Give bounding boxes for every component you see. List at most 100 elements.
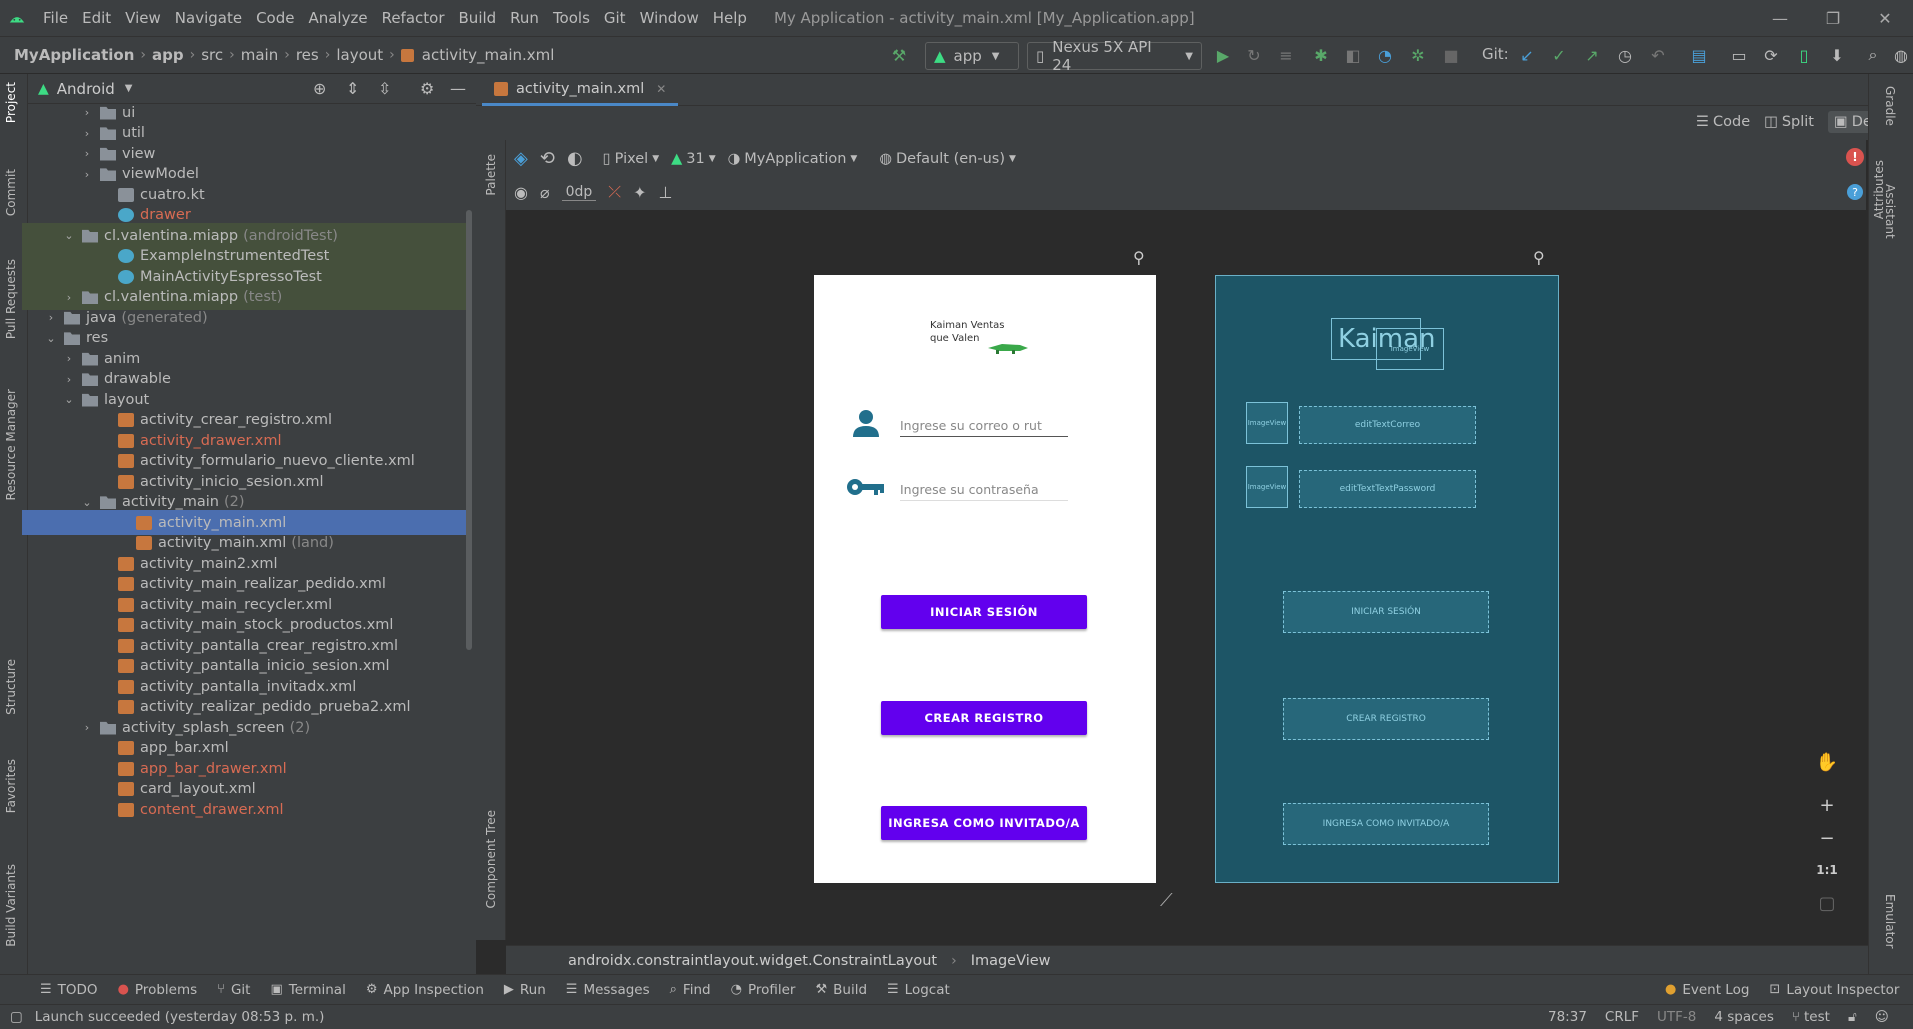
help-icon[interactable]: ? [1847, 184, 1863, 200]
tab-run[interactable]: ▶ Run [494, 982, 556, 998]
guidelines-icon[interactable]: ⊥ [659, 183, 673, 202]
run-icon[interactable]: ▶ [1212, 44, 1234, 66]
tab-activity-main-xml[interactable]: activity_main.xml ✕ [482, 74, 679, 106]
menu-code[interactable]: Code [249, 9, 301, 27]
tab-build-variants[interactable]: Build Variants [4, 864, 18, 947]
search-icon[interactable]: ⌕ [1862, 44, 1884, 66]
tab-git[interactable]: ⑂ Git [207, 982, 260, 998]
chevron-right-icon[interactable]: › [80, 168, 94, 181]
stop-icon[interactable]: ■ [1440, 44, 1462, 66]
tab-terminal[interactable]: ▣ Terminal [260, 982, 355, 998]
breadcrumb-item[interactable]: app [148, 46, 188, 64]
theme-selector[interactable]: ◑ MyApplication ▼ [728, 151, 858, 167]
hammer-build-icon[interactable]: ⚒ [888, 44, 910, 66]
tab-pull-requests[interactable]: Pull Requests [4, 259, 18, 339]
locale-selector[interactable]: ◍ Default (en-us) ▼ [879, 151, 1016, 167]
sdk-manager-icon[interactable]: ⬇ [1826, 44, 1848, 66]
menu-help[interactable]: Help [706, 9, 754, 27]
tab-emulator[interactable]: Emulator [1883, 894, 1897, 949]
gear-icon[interactable]: ⚙ [420, 79, 434, 98]
chevron-right-icon[interactable]: › [62, 291, 76, 304]
status-message[interactable]: Launch succeeded (yesterday 08:53 p. m.) [35, 1009, 325, 1025]
restore-icon[interactable]: ❐ [1808, 0, 1858, 36]
zoom-to-fit-icon[interactable]: ▢ [1811, 888, 1843, 918]
chevron-down-icon[interactable]: ⌄ [44, 332, 58, 345]
chevron-right-icon[interactable]: › [44, 311, 58, 324]
default-margin-field[interactable]: 0dp [561, 184, 597, 201]
guest-button[interactable]: INGRESA COMO INVITADO/A [881, 806, 1087, 840]
smiley-icon[interactable]: ☺ [1875, 1009, 1889, 1025]
run-config-selector[interactable]: ▲ app ▼ [925, 42, 1019, 70]
menu-analyze[interactable]: Analyze [301, 9, 374, 27]
git-history-icon[interactable]: ◷ [1614, 44, 1636, 66]
tab-build[interactable]: ⚒ Build [805, 982, 877, 998]
chevron-right-icon[interactable]: › [80, 106, 94, 119]
infer-constraints-icon[interactable]: ✦ [633, 183, 646, 202]
blueprint-edit-email[interactable]: editTextCorreo [1299, 406, 1476, 444]
locate-icon[interactable]: ⊕ [313, 79, 326, 98]
breadcrumb-item[interactable]: res [292, 46, 323, 64]
collapse-all-icon[interactable]: ⇳ [378, 79, 391, 98]
tab-palette[interactable]: Palette [484, 154, 498, 196]
chevron-right-icon[interactable]: › [62, 352, 76, 365]
rerun-icon[interactable]: ↻ [1243, 44, 1265, 66]
tab-resource-manager[interactable]: Resource Manager [4, 389, 18, 500]
api-selector[interactable]: ▲ 31 ▼ [671, 151, 716, 167]
breadcrumb-item[interactable]: main [237, 46, 282, 64]
tab-gradle[interactable]: Gradle [1883, 86, 1897, 126]
blueprint-edit-password[interactable]: editTextTextPassword [1299, 470, 1476, 508]
breadcrumb-item[interactable]: src [197, 46, 227, 64]
error-icon[interactable]: ! [1846, 148, 1864, 166]
line-separator[interactable]: CRLF [1605, 1009, 1639, 1025]
pan-hand-icon[interactable]: ✋ [1811, 747, 1843, 777]
register-button[interactable]: CREAR REGISTRO [881, 701, 1087, 735]
apply-changes-icon[interactable]: ≡ [1275, 44, 1297, 66]
indent-setting[interactable]: 4 spaces [1714, 1009, 1774, 1025]
split-view-button[interactable]: Split [1782, 114, 1814, 130]
pin-icon[interactable]: ⚲ [1133, 248, 1145, 267]
code-view-button[interactable]: Code [1713, 114, 1750, 130]
menu-window[interactable]: Window [633, 9, 706, 27]
tab-project[interactable]: Project [4, 82, 18, 123]
project-view-selector[interactable]: Android [57, 80, 115, 98]
lock-icon[interactable]: 🔓︎ [1848, 1009, 1857, 1025]
blueprint-image-user[interactable]: ImageView [1246, 402, 1288, 444]
layers-icon[interactable]: ◈ [514, 148, 528, 169]
sync-gradle-icon[interactable]: ⟳ [1760, 44, 1782, 66]
pin-icon[interactable]: ⚲ [1533, 248, 1545, 267]
caret-position[interactable]: 78:37 [1548, 1009, 1587, 1025]
minimize-icon[interactable]: — [1755, 0, 1805, 36]
tab-find[interactable]: ⌕ Find [660, 982, 721, 998]
tab-commit[interactable]: Commit [4, 169, 18, 216]
blueprint-login-button[interactable]: INICIAR SESIÓN [1283, 591, 1489, 633]
clear-constraints-icon[interactable]: ⤫ [608, 182, 621, 202]
tree-item[interactable]: content_drawer.xml [28, 797, 468, 822]
autoconnect-icon[interactable]: ⌀ [540, 183, 550, 202]
menu-git[interactable]: Git [597, 9, 633, 27]
menu-refactor[interactable]: Refactor [375, 9, 452, 27]
git-commit-icon[interactable]: ✓ [1548, 44, 1570, 66]
device-manager-icon[interactable]: ▭ [1728, 44, 1750, 66]
blueprint-image-box[interactable]: ImageView [1376, 328, 1444, 370]
git-update-icon[interactable]: ↙ [1516, 44, 1538, 66]
close-icon[interactable]: ✕ [1860, 0, 1910, 36]
device-pixel-selector[interactable]: ▯ Pixel ▼ [603, 151, 659, 167]
blueprint-image-key[interactable]: ImageView [1246, 466, 1288, 508]
breadcrumb-item[interactable]: layout [332, 46, 387, 64]
menu-tools[interactable]: Tools [546, 9, 597, 27]
breadcrumb-item[interactable]: activity_main.xml [418, 46, 559, 64]
email-input[interactable]: Ingrese su correo o rut [900, 415, 1068, 437]
tab-attributes[interactable]: Attributes [1872, 160, 1886, 219]
menu-run[interactable]: Run [503, 9, 546, 27]
project-structure-icon[interactable]: ▤ [1688, 44, 1710, 66]
orientation-icon[interactable]: ⟲ [540, 148, 555, 169]
chevron-right-icon[interactable]: › [80, 721, 94, 734]
git-branch-widget[interactable]: ⑂ test [1792, 1009, 1830, 1025]
zoom-in-icon[interactable]: + [1811, 790, 1843, 820]
tab-problems[interactable]: ● Problems [108, 982, 208, 998]
chevron-right-icon[interactable]: › [80, 127, 94, 140]
eye-icon[interactable]: ◉ [514, 183, 528, 202]
tab-favorites[interactable]: Favorites [4, 759, 18, 813]
git-rollback-icon[interactable]: ↶ [1647, 44, 1669, 66]
expand-all-icon[interactable]: ⇕ [346, 79, 359, 98]
